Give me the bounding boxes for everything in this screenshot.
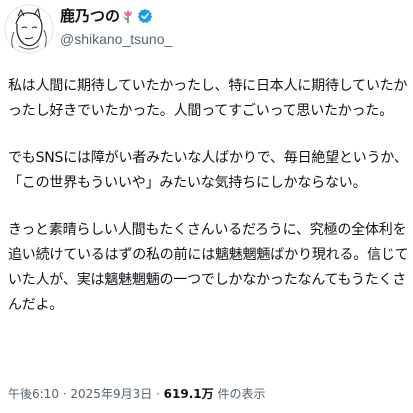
avatar[interactable] [4,4,54,54]
display-name-row: 鹿乃つの [60,6,172,26]
verified-badge-icon [137,8,153,24]
tweet-date[interactable]: 2025年9月3日 [70,387,152,401]
meta-separator: · [58,387,71,401]
tweet-header: 鹿乃つの @shikano_tsuno_ [0,0,413,64]
author-names: 鹿乃つの @shikano_tsuno_ [60,6,172,48]
tweet-paragraph: 私は人間に期待していたかったし、特に日本人に期待していたかったし好きでいたかった… [8,78,408,119]
tulip-icon [121,8,135,24]
display-name[interactable]: 鹿乃つの [60,6,120,26]
user-handle[interactable]: @shikano_tsuno_ [60,30,172,48]
views-label: 件の表示 [213,387,266,401]
avatar-sketch-image [4,4,54,54]
tweet-card: 鹿乃つの @shikano_tsuno_ 私は人間に期待していたかったし、特に日… [0,0,413,413]
tweet-body: 私は人間に期待していたかったし、特に日本人に期待していたかったし好きでいたかった… [8,74,410,340]
tweet-meta: 午後6:10 · 2025年9月3日 · 619.1万 件の表示 [8,385,265,403]
tweet-paragraph: きっと素晴らしい人間もたくさんいるだろうに、究極の全体利を追い続けているはずの私… [8,222,409,313]
tweet-time[interactable]: 午後6:10 [8,387,59,401]
tweet-paragraph: でもSNSには障がい者みたいな人ばかりで、毎日絶望というか、「この世界もういいや… [8,150,408,191]
views-count[interactable]: 619.1万 [164,387,214,401]
meta-separator: · [152,387,164,401]
